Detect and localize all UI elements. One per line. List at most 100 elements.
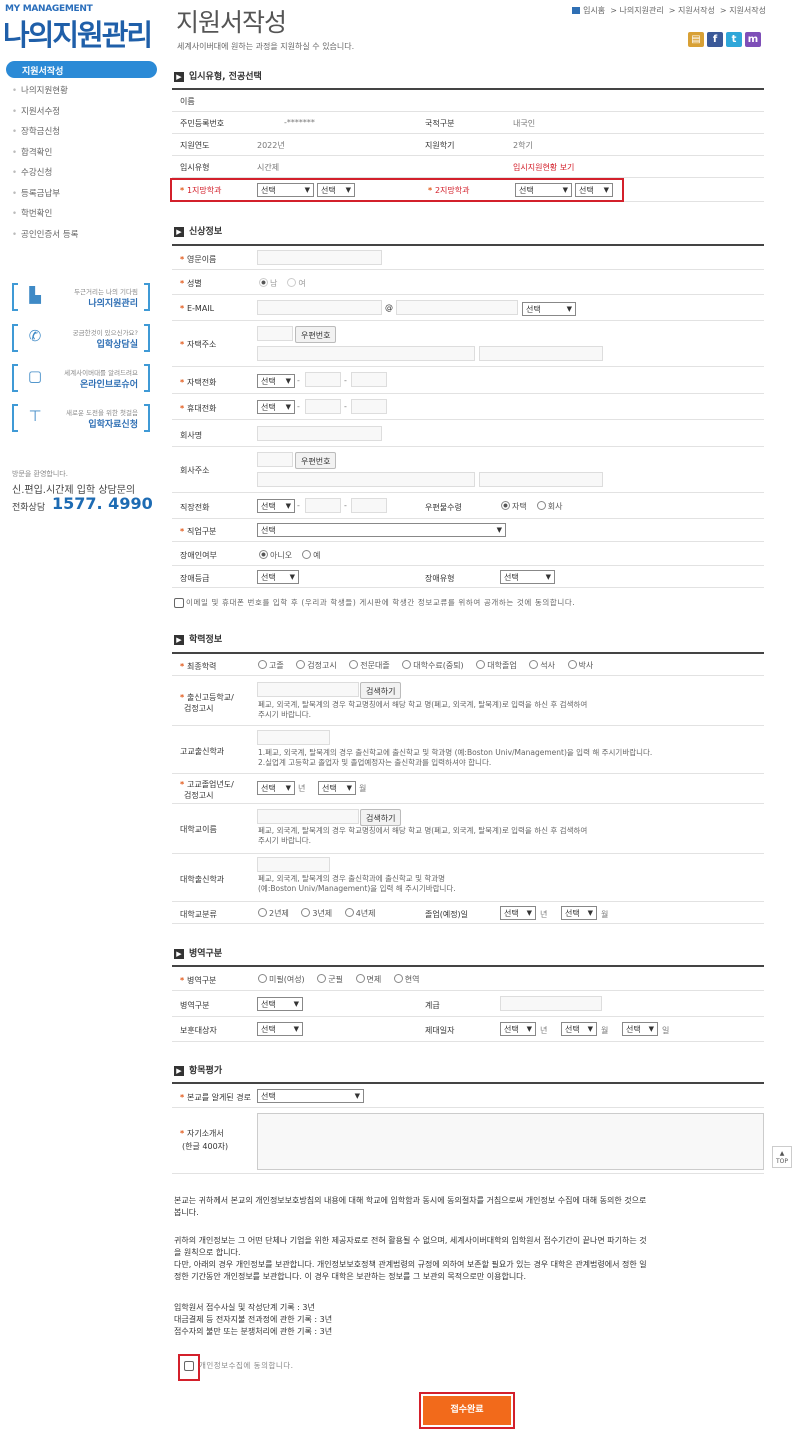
name-label: 이름	[180, 97, 195, 106]
month-unit: 월	[359, 784, 367, 793]
gender-radios[interactable]: 남여	[259, 278, 306, 289]
company-zip-button[interactable]: 우편번호	[295, 452, 337, 469]
status-link[interactable]: 입시지원현황 보기	[513, 162, 574, 173]
home-tel-select[interactable]: 선택 ▼	[257, 374, 295, 388]
section-title-3: ▶ 학력정보	[174, 632, 222, 645]
sidebar-item[interactable]: • 등록금납부	[12, 187, 78, 208]
eng-name-input[interactable]	[257, 250, 382, 265]
banner-request[interactable]: ⊤ 새로운 도전을 위한 첫걸음 입학자료신청	[12, 404, 150, 432]
mobile-end[interactable]	[351, 399, 387, 414]
breadcrumb-item[interactable]: 나의지원관리	[620, 6, 664, 15]
uni-major-input[interactable]	[257, 857, 330, 872]
share-agree-checkbox[interactable]	[174, 598, 184, 608]
sidebar-item[interactable]: • 학번확인	[12, 207, 78, 228]
home-tel-end[interactable]	[351, 372, 387, 387]
uni-note-2: 주시기 바랍니다.	[258, 836, 312, 845]
sidebar-item-active[interactable]: 지원서작성	[6, 61, 157, 78]
home-tel-label: 자택전화	[180, 377, 216, 388]
discharge-month-select[interactable]: 선택 ▼	[561, 1022, 597, 1036]
work-tel-end[interactable]	[351, 498, 387, 513]
privacy-agree-checkbox[interactable]	[184, 1361, 194, 1371]
term-label: 지원학기	[425, 141, 455, 150]
mobile-select[interactable]: 선택 ▼	[257, 400, 295, 414]
home-zip-input[interactable]	[257, 326, 293, 341]
intro-textarea[interactable]	[257, 1113, 764, 1170]
dash: -	[297, 501, 300, 510]
dis-grade-label: 장애등급	[180, 574, 210, 583]
breadcrumb: 입시홈 > 나의지원관리 > 지원서작성 > 지원서작성	[546, 6, 766, 16]
rank-label: 계급	[425, 1001, 440, 1010]
section-title-5: ▶ 항목평가	[174, 1063, 222, 1076]
facebook-icon[interactable]: f	[707, 32, 723, 47]
discharge-year-select[interactable]: 선택 ▼	[500, 1022, 536, 1036]
hs-search-button[interactable]: 검색하기	[360, 682, 402, 699]
term-value: 2학기	[513, 141, 533, 150]
company-addr-label: 회사주소	[180, 466, 210, 475]
submit-button[interactable]: 접수완료	[419, 1392, 515, 1429]
sidebar-item[interactable]: • 지원서수정	[12, 105, 78, 126]
banner-my-apply[interactable]: ▙ 두근거리는 나의 기다림 나의지원관리	[12, 283, 150, 311]
final-edu-radios[interactable]: 고졸 검정고시 전문대졸 대학수료(중퇴) 대학졸업 석사 박사	[258, 660, 603, 671]
home-tel-mid[interactable]	[305, 372, 341, 387]
military-type-select[interactable]: 선택 ▼	[257, 997, 303, 1011]
banner-brochure[interactable]: ▢ 세계사이버대를 알려드려요 온라인브로슈어	[12, 364, 150, 392]
email-label: E-MAIL	[180, 304, 214, 313]
company-addr2-input[interactable]	[479, 472, 603, 487]
breadcrumb-home[interactable]: 입시홈	[583, 6, 605, 15]
sidebar-item[interactable]: • 장학금신청	[12, 125, 78, 146]
email-id-input[interactable]	[257, 300, 382, 315]
veteran-select[interactable]: 선택 ▼	[257, 1022, 303, 1036]
print-icon[interactable]: ▤	[688, 32, 704, 47]
final-edu-label: 최종학력	[180, 661, 216, 672]
scroll-top-button[interactable]: ▲ TOP	[772, 1146, 792, 1168]
email-domain-input[interactable]	[396, 300, 518, 315]
nationality-label: 국적구분	[425, 119, 455, 128]
company-addr1-input[interactable]	[257, 472, 475, 487]
grad-month-select[interactable]: 선택 ▼	[318, 781, 356, 795]
home-addr1-input[interactable]	[257, 346, 475, 361]
hs-major-input[interactable]	[257, 730, 330, 745]
privacy-text: 봅니다.	[174, 1208, 199, 1217]
privacy-text: 정한 기간동안 개인정보를 보관합니다. 이 경우 대학은 보관하는 정보를 그…	[174, 1272, 527, 1281]
home-addr-label: 자택주소	[180, 339, 216, 350]
privacy-text: 대금결제 등 전자지불 전과정에 관한 기록 : 3년	[174, 1315, 333, 1324]
dis-type-select[interactable]: 선택 ▼	[500, 570, 555, 584]
company-input[interactable]	[257, 426, 382, 441]
breadcrumb-item[interactable]: 지원서작성	[678, 6, 715, 15]
work-tel-mid[interactable]	[305, 498, 341, 513]
type-value: 시간제	[257, 163, 280, 172]
uni-type-radios[interactable]: 2년제 3년제 4년제	[258, 908, 386, 919]
privacy-text: 본교는 귀하께서 본교의 개인정보보호방침의 내용에 대해 학교에 입학함과 동…	[174, 1196, 647, 1205]
home-icon	[572, 7, 581, 14]
disabled-radios[interactable]: 아니오 예	[259, 550, 320, 561]
uni-search-button[interactable]: 검색하기	[360, 809, 402, 826]
discharge-day-select[interactable]: 선택 ▼	[622, 1022, 658, 1036]
email-domain-select[interactable]: 선택 ▼	[522, 302, 576, 316]
dis-grade-select[interactable]: 선택 ▼	[257, 570, 299, 584]
sidebar-item[interactable]: • 나의지원현황	[12, 84, 78, 105]
route-select[interactable]: 선택 ▼	[257, 1089, 364, 1103]
grad-year-select[interactable]: 선택 ▼	[257, 781, 295, 795]
company-zip-input[interactable]	[257, 452, 293, 467]
twitter-icon[interactable]: t	[726, 32, 742, 47]
uni-grad-year-select[interactable]: 선택 ▼	[500, 906, 536, 920]
military-radios[interactable]: 미필(여성) 군필 면제 현역	[258, 974, 430, 985]
home-addr2-input[interactable]	[479, 346, 603, 361]
banner-consult[interactable]: ✆ 궁금한것이 있으신가요? 입학상담실	[12, 324, 150, 352]
rank-input[interactable]	[500, 996, 602, 1011]
hs-major-label: 고교출신학과	[180, 747, 225, 756]
me2day-icon[interactable]: m	[745, 32, 761, 47]
sidebar-item[interactable]: • 합격확인	[12, 146, 78, 167]
uni-grad-month-select[interactable]: 선택 ▼	[561, 906, 597, 920]
home-zip-button[interactable]: 우편번호	[295, 326, 337, 343]
hs-input[interactable]	[257, 682, 359, 697]
dis-type-label: 장애유형	[425, 574, 455, 583]
work-tel-select[interactable]: 선택 ▼	[257, 499, 295, 513]
month-unit: 월	[601, 910, 609, 919]
job-select[interactable]: 선택 ▼	[257, 523, 506, 537]
mail-recv-radios[interactable]: 자택 회사	[501, 501, 562, 512]
uni-name-input[interactable]	[257, 809, 359, 824]
sidebar-item[interactable]: • 공인인증서 등록	[12, 228, 78, 249]
sidebar-item[interactable]: • 수강신청	[12, 166, 78, 187]
mobile-mid[interactable]	[305, 399, 341, 414]
